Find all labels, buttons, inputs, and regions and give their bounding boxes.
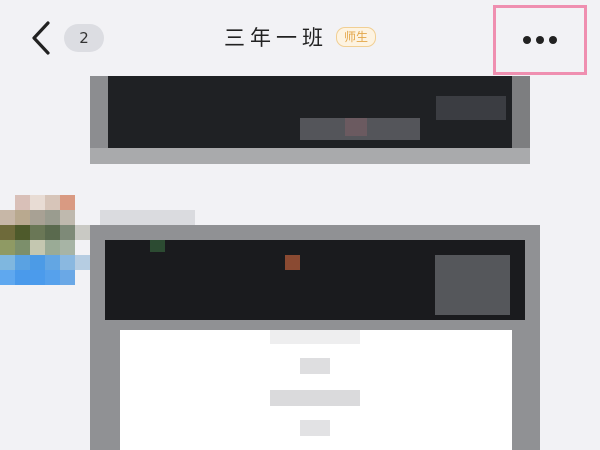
message-image-2-text-line [300,358,330,374]
avatar[interactable] [0,195,90,285]
more-horizontal-icon-dot [536,36,544,44]
message-image-1-blur [436,96,506,120]
message-image-1-blur [345,118,367,136]
more-horizontal-icon-dot [549,36,557,44]
message-image-2-text-line [270,390,360,406]
message-image-2-blur [435,255,510,315]
message-image-2-blur [150,240,165,252]
more-options-button[interactable] [493,5,587,75]
top-navigation-bar: 2 三年一班 师生 [0,0,600,76]
sender-name [100,210,195,226]
message-image-2-blur [285,255,300,270]
message-image-2-text-line [270,330,360,344]
message-image-1-footer [90,148,530,164]
page-title: 三年一班 [223,26,328,50]
role-tag: 师生 [335,27,376,47]
more-horizontal-icon [523,36,531,44]
message-image-2-text-line [300,420,330,436]
